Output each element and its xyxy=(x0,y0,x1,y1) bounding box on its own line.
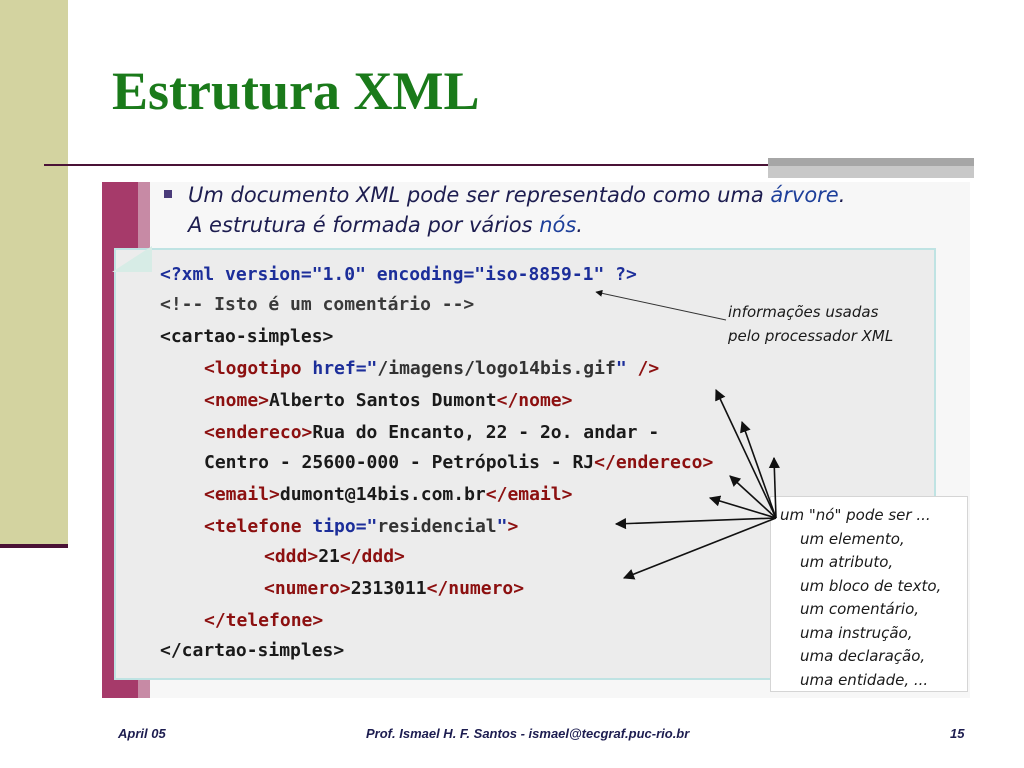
callout-item: um elemento, xyxy=(800,529,905,548)
ddd-close: </ddd> xyxy=(339,546,405,567)
callout-item: um bloco de texto, xyxy=(800,576,942,595)
root-close-tag: </cartao-simples> xyxy=(160,640,345,661)
processor-note: informações usadas pelo processador XML xyxy=(728,300,893,348)
code-line-7: Centro - 25600-000 - Petrópolis - RJ</en… xyxy=(204,448,713,478)
footer-author: Prof. Ismael H. F. Santos - ismael@tecgr… xyxy=(366,726,690,741)
ddd-open: <ddd> xyxy=(264,546,319,567)
footer-page-number: 15 xyxy=(950,726,965,741)
nome-open: <nome> xyxy=(204,390,270,411)
callout-item: um comentário, xyxy=(800,600,920,618)
header-accent-bar-inner xyxy=(768,166,974,178)
left-decorative-band xyxy=(0,0,68,548)
endereco-open: <endereco> xyxy=(204,422,313,443)
href-quote: " xyxy=(615,358,627,379)
telefone-tag: <telefone xyxy=(204,516,313,537)
logotipo-close: /> xyxy=(626,358,660,379)
endereco-text-1: Rua do Encanto, 22 - 2o. andar - xyxy=(312,422,660,443)
slide-title: Estrutura XML xyxy=(112,61,480,121)
href-value: /imagens/logo14bis.gif xyxy=(377,358,616,379)
xml-decl-open: <?xml xyxy=(160,264,226,285)
code-line-13: </cartao-simples> xyxy=(160,636,344,666)
bullet-text: Um documento XML pode ser representado c… xyxy=(164,180,864,240)
telefone-close: </telefone> xyxy=(204,610,324,631)
endereco-close: </endereco> xyxy=(594,452,714,473)
ddd-text: 21 xyxy=(318,546,340,567)
tipo-value: residencial xyxy=(377,516,497,537)
logotipo-tag: <logotipo xyxy=(204,358,313,379)
nome-close: </nome> xyxy=(496,390,573,411)
tipo-quote: " xyxy=(496,516,508,537)
processor-note-line-1: informações usadas xyxy=(728,303,879,321)
code-line-1: <?xml version="1.0" encoding="iso-8859-1… xyxy=(160,260,637,290)
root-open-tag: <cartao-simples> xyxy=(160,326,334,347)
code-line-3: <cartao-simples> xyxy=(160,322,333,352)
code-line-11: <numero>2313011</numero> xyxy=(264,574,524,604)
callout-item: uma declaração, xyxy=(800,647,926,665)
email-open: <email> xyxy=(204,484,280,505)
processor-note-line-2: pelo processador XML xyxy=(728,327,894,345)
left-band-underline xyxy=(0,544,68,548)
code-line-9: <telefone tipo="residencial"> xyxy=(204,512,518,542)
code-line-6: <endereco>Rua do Encanto, 22 - 2o. andar… xyxy=(204,418,659,448)
callout-item: uma entidade, ... xyxy=(800,670,929,689)
code-line-8: <email>dumont@14bis.com.br</email> xyxy=(204,480,572,510)
footer-date: April 05 xyxy=(118,726,166,741)
nome-text: Alberto Santos Dumont xyxy=(269,390,497,411)
bullet-part-1: Um documento XML pode ser representado c… xyxy=(188,183,771,207)
email-close: </email> xyxy=(485,484,573,505)
email-text: dumont@14bis.com.br xyxy=(279,484,486,505)
tipo-attr: tipo=" xyxy=(312,516,378,537)
xml-decl-attrs: version="1.0" encoding="iso-8859-1" ?> xyxy=(225,264,637,285)
code-line-12: </telefone> xyxy=(204,606,323,636)
xml-comment: <!-- Isto é um comentário --> xyxy=(160,294,475,315)
numero-text: 2313011 xyxy=(350,578,427,599)
callout-heading: um "nó" pode ser ... xyxy=(780,506,931,524)
code-line-2: <!-- Isto é um comentário --> xyxy=(160,290,474,320)
code-line-4: <logotipo href="/imagens/logo14bis.gif" … xyxy=(204,354,659,384)
bullet-term-tree: árvore xyxy=(770,183,839,207)
numero-close: </numero> xyxy=(426,578,525,599)
bullet-part-5: . xyxy=(576,213,583,237)
code-line-5: <nome>Alberto Santos Dumont</nome> xyxy=(204,386,572,416)
numero-open: <numero> xyxy=(264,578,351,599)
node-types-list: um "nó" pode ser ... um elemento, um atr… xyxy=(780,504,941,692)
code-line-10: <ddd>21</ddd> xyxy=(264,542,405,572)
callout-item: um atributo, xyxy=(800,553,894,571)
href-attr: href=" xyxy=(312,358,378,379)
endereco-text-2: Centro - 25600-000 - Petrópolis - RJ xyxy=(204,452,595,473)
telefone-open-end: > xyxy=(507,516,519,537)
callout-item: uma instrução, xyxy=(800,623,913,642)
bullet-term-nodes: nós xyxy=(539,213,577,237)
